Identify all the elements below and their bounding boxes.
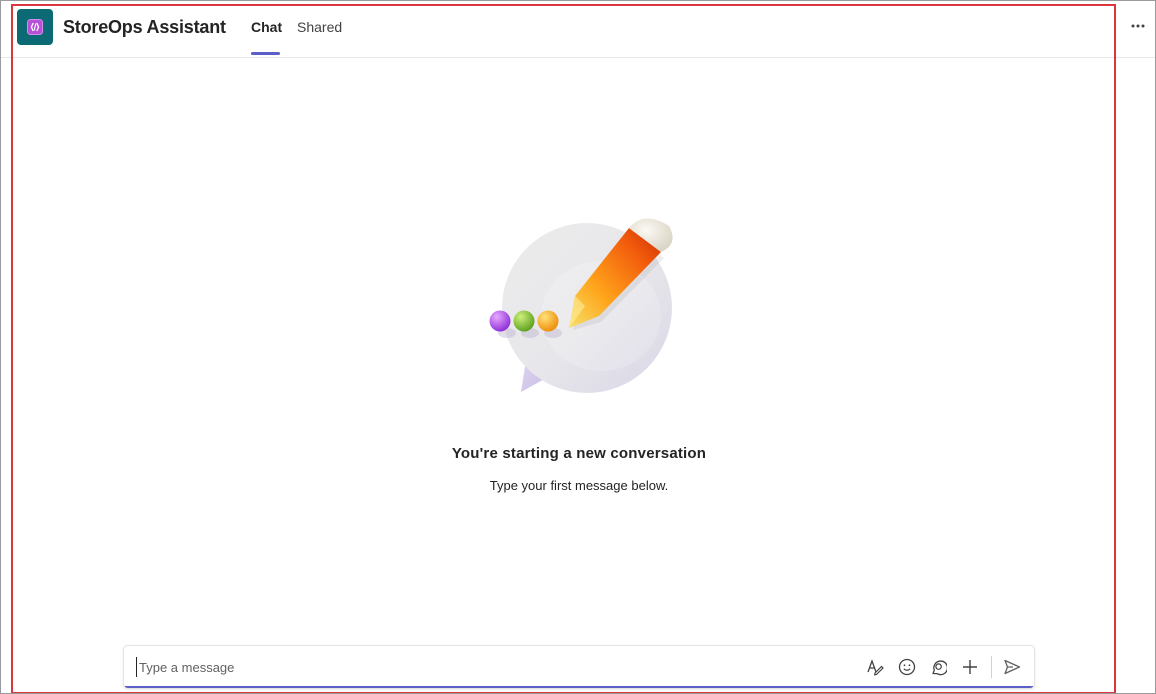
new-conversation-illustration [481,206,691,406]
more-options-icon [1131,24,1145,28]
message-composer [123,645,1035,689]
empty-state-title: You're starting a new conversation [451,445,707,462]
tab-shared[interactable]: Shared [297,19,342,35]
emoji-icon [898,658,916,676]
app-icon [17,9,53,45]
attach-button[interactable] [960,657,980,677]
loop-icon [932,660,947,676]
format-icon [867,659,884,676]
empty-state-subtitle: Type your first message below. [489,478,669,493]
send-button[interactable] [1002,657,1022,677]
emoji-button[interactable] [897,657,917,677]
app-header: StoreOps Assistant Chat Shared [1,1,1155,58]
more-options-button[interactable] [1127,15,1149,37]
app-window: StoreOps Assistant Chat Shared You're st… [0,0,1156,694]
active-tab-indicator [251,52,280,55]
plus-icon [963,660,977,674]
tab-chat[interactable]: Chat [251,19,282,35]
chat-bubble-pencil-icon [489,218,673,393]
code-bracket-icon [27,19,43,35]
app-title: StoreOps Assistant [63,17,226,37]
format-button[interactable] [865,657,885,677]
send-icon [1004,659,1021,675]
composer-focus-bar [124,686,1034,688]
loop-component-button[interactable] [928,657,948,677]
composer-divider [991,656,992,678]
message-input[interactable] [136,657,739,677]
